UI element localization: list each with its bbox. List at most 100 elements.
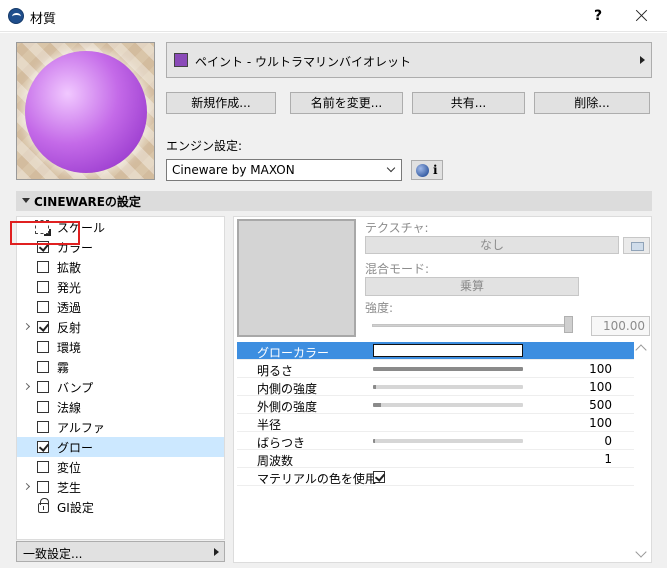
inner-strength-slider[interactable] [373,385,523,389]
channel-fog[interactable]: 霧 [17,357,224,377]
blend-mode-label: 混合モード: [365,262,430,276]
material-preview [16,42,155,180]
expand-icon[interactable] [22,382,31,391]
channel-label: 法線 [57,401,82,415]
param-label: 内側の強度 [257,382,318,396]
delete-button[interactable]: 削除... [534,92,650,114]
preview-sphere [25,51,147,173]
match-settings-label: 一致設定... [23,547,83,561]
section-title: CINEWAREの設定 [34,195,141,209]
channel-alpha[interactable]: アルファ [17,417,224,437]
cineware-section-header[interactable]: CINEWAREの設定 [16,191,652,211]
param-value[interactable]: 0 [604,434,612,448]
channel-label: 霧 [57,361,70,375]
outer-strength-slider[interactable] [373,403,523,407]
channel-label: 発光 [57,281,82,295]
param-brightness[interactable]: 明るさ 100 [237,360,634,378]
channel-list: スケール カラー 拡散 発光 透過 反射 環境 霧 バンプ 法線 アルファ グロ… [16,216,225,540]
channel-checkbox[interactable] [37,421,49,433]
channel-checkbox[interactable] [37,261,49,273]
channel-reflectance[interactable]: 反射 [17,317,224,337]
random-slider[interactable] [373,439,523,443]
channel-checkbox[interactable] [37,301,49,313]
chevron-right-icon [214,548,219,556]
texture-label: テクスチャ: [365,221,429,235]
param-random[interactable]: ばらつき 0 [237,432,634,450]
param-value[interactable]: 500 [589,398,612,412]
engine-label: エンジン設定: [166,139,243,153]
intensity-value-field[interactable]: 100.00 [591,316,650,336]
texture-field[interactable]: なし [365,236,619,254]
param-outer-strength[interactable]: 外側の強度 500 [237,396,634,414]
material-name: ペイント - ウルトラマリンバイオレット [195,55,411,69]
texture-browse-button[interactable] [623,237,650,254]
app-icon [8,8,24,24]
collapse-icon [22,198,30,203]
param-glow-color[interactable]: グローカラー [237,342,634,360]
engine-select[interactable]: Cineware by MAXON [166,159,402,181]
use-material-color-checkbox[interactable] [373,471,385,483]
match-settings-button[interactable]: 一致設定... [16,541,225,562]
rename-button[interactable]: 名前を変更... [290,92,403,114]
channel-label: 環境 [57,341,82,355]
texture-preview [237,219,356,337]
channel-glow[interactable]: グロー [17,437,224,457]
channel-gi-settings[interactable]: GI設定 [17,497,224,517]
expand-icon[interactable] [22,482,31,491]
channel-label: 透過 [57,301,82,315]
channel-checkbox[interactable] [37,341,49,353]
channel-luminance[interactable]: 発光 [17,277,224,297]
channel-label: 反射 [57,321,82,335]
param-label: 外側の強度 [257,400,318,414]
engine-value: Cineware by MAXON [172,163,295,177]
param-value[interactable]: 100 [589,362,612,376]
share-button[interactable]: 共有... [412,92,525,114]
glow-color-field[interactable] [373,344,523,357]
channel-checkbox[interactable] [37,461,49,473]
annotation-highlight [10,221,80,245]
param-label: 明るさ [257,364,294,378]
intensity-label: 強度: [365,301,394,315]
param-frequency[interactable]: 周波数 1 [237,450,634,468]
channel-checkbox[interactable] [37,481,49,493]
channel-label: アルファ [57,421,105,435]
channel-bump[interactable]: バンプ [17,377,224,397]
intensity-slider-thumb[interactable] [564,316,573,333]
expand-icon[interactable] [22,322,31,331]
channel-diffuse[interactable]: 拡散 [17,257,224,277]
param-inner-strength[interactable]: 内側の強度 100 [237,378,634,396]
channel-environment[interactable]: 環境 [17,337,224,357]
param-label: マテリアルの色を使用 [257,472,377,486]
close-button[interactable] [624,4,660,28]
channel-checkbox[interactable] [37,381,49,393]
material-color-swatch [174,53,188,67]
intensity-slider-track[interactable] [372,324,572,327]
channel-label: 拡散 [57,261,82,275]
channel-grass[interactable]: 芝生 [17,477,224,497]
chevron-down-icon [386,163,396,173]
param-radius[interactable]: 半径 100 [237,414,634,432]
channel-normal[interactable]: 法線 [17,397,224,417]
brightness-slider[interactable] [373,367,523,371]
blend-mode-button[interactable]: 乗算 [365,277,579,296]
channel-checkbox[interactable] [37,321,49,333]
material-selector[interactable]: ペイント - ウルトラマリンバイオレット [166,42,652,78]
channel-checkbox[interactable] [37,361,49,373]
chevron-right-icon [640,56,645,64]
channel-checkbox[interactable] [37,441,49,453]
channel-label: 芝生 [57,481,82,495]
channel-label: グロー [57,441,94,455]
channel-label: バンプ [57,381,94,395]
new-button[interactable]: 新規作成... [166,92,276,114]
param-use-material-color[interactable]: マテリアルの色を使用 [237,468,634,486]
channel-checkbox[interactable] [37,401,49,413]
channel-checkbox[interactable] [37,281,49,293]
channel-displacement[interactable]: 変位 [17,457,224,477]
help-button[interactable]: ? [586,5,610,27]
channel-transparency[interactable]: 透過 [17,297,224,317]
folder-icon [631,242,644,251]
engine-info-button[interactable]: i [411,160,443,180]
param-value[interactable]: 100 [589,416,612,430]
param-value[interactable]: 100 [589,380,612,394]
param-value[interactable]: 1 [604,452,612,466]
